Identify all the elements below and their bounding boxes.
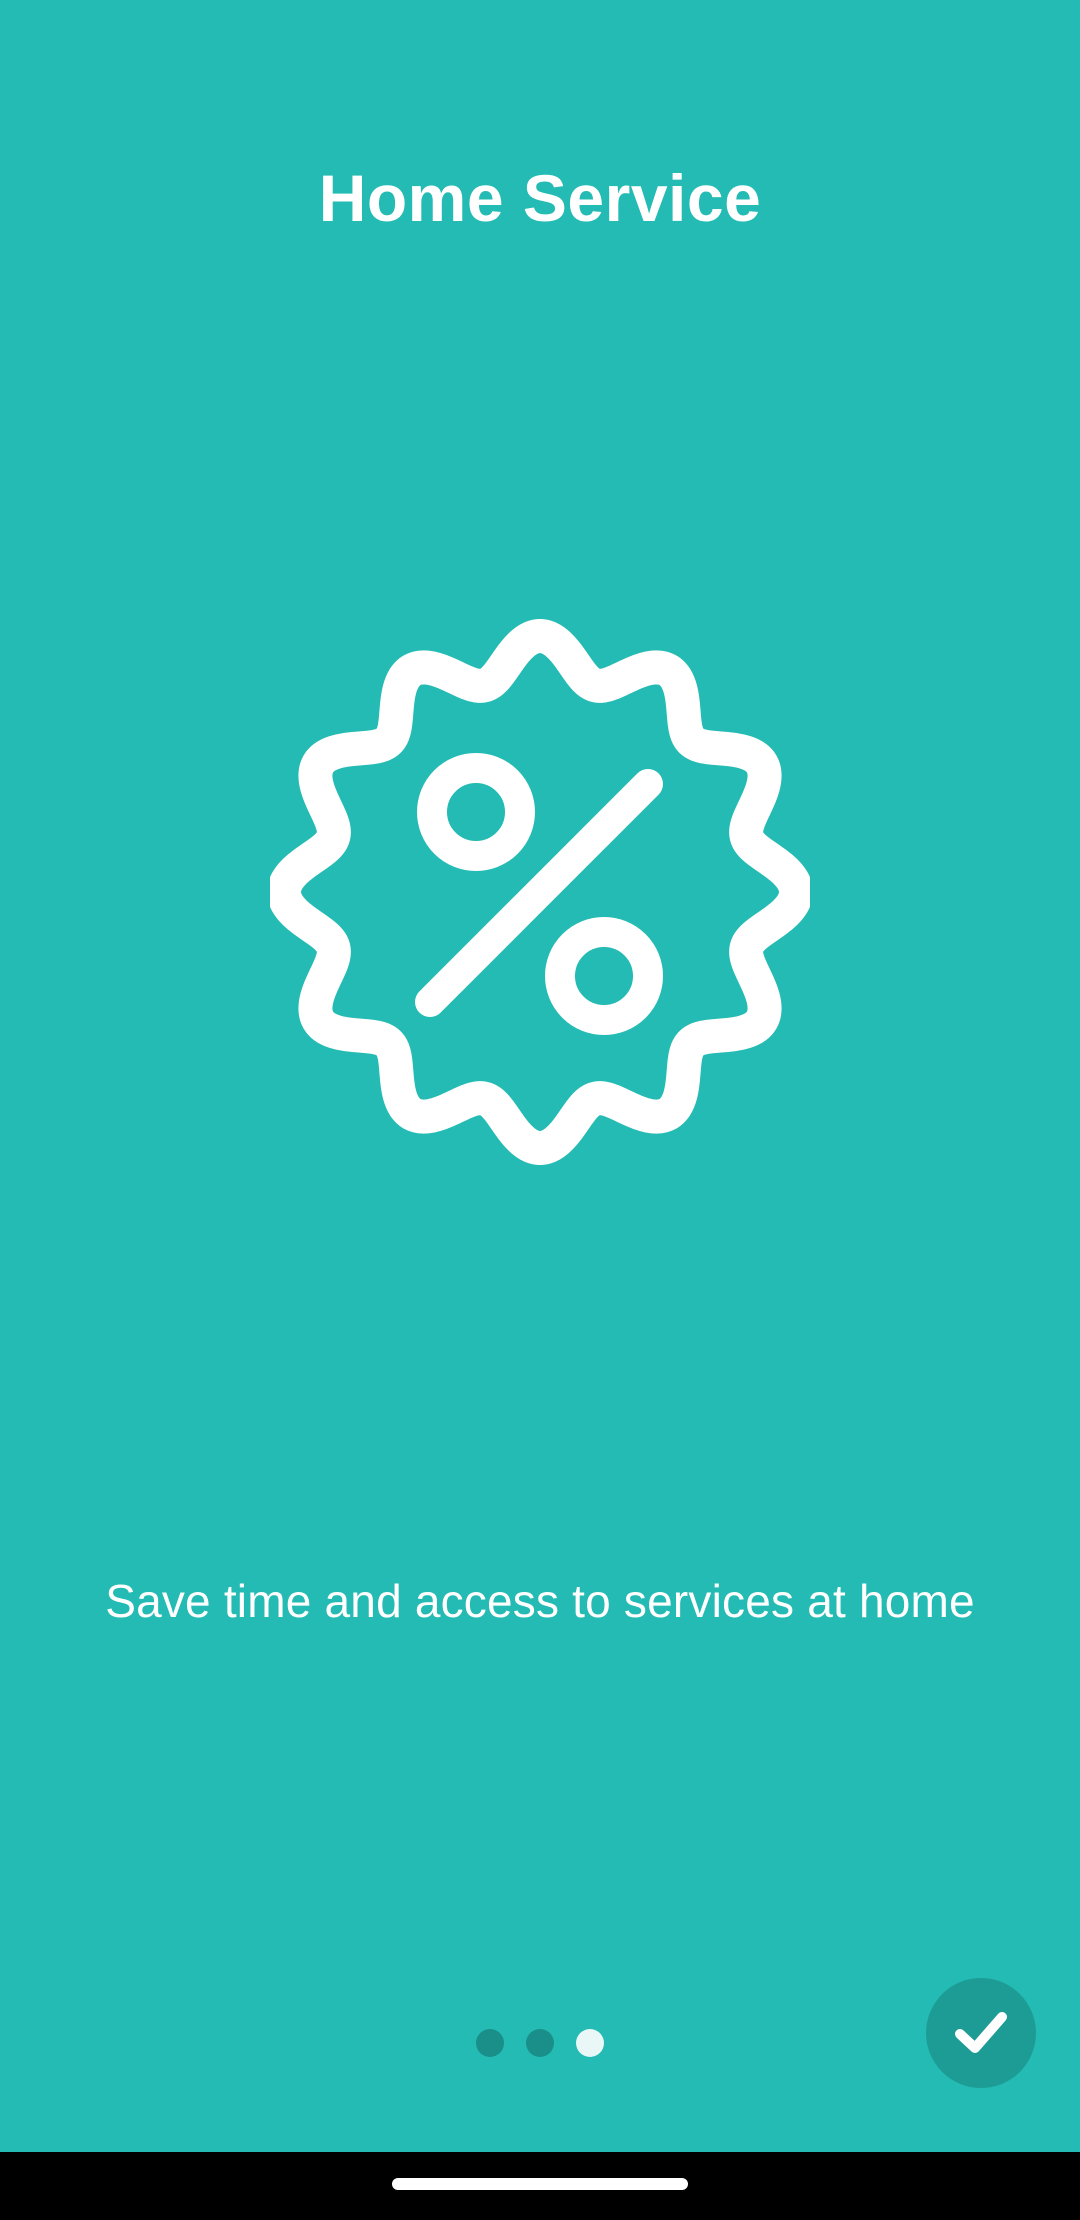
page-dot-1[interactable] [476, 2029, 504, 2057]
page-indicator [0, 2029, 1080, 2059]
home-gesture-handle[interactable] [392, 2178, 688, 2190]
checkmark-icon [955, 2012, 1007, 2053]
page-dot-3-active[interactable] [576, 2029, 604, 2057]
page-title: Home Service [318, 161, 762, 235]
page-dot-2[interactable] [526, 2029, 554, 2057]
onboarding-screen: Home Service Save time and access to ser… [0, 0, 1080, 2152]
done-button[interactable] [926, 1978, 1036, 2088]
onboarding-description: Save time and access to services at home [105, 1575, 975, 1627]
discount-badge-percent-icon [270, 619, 810, 1165]
percent-icon [415, 753, 663, 1035]
